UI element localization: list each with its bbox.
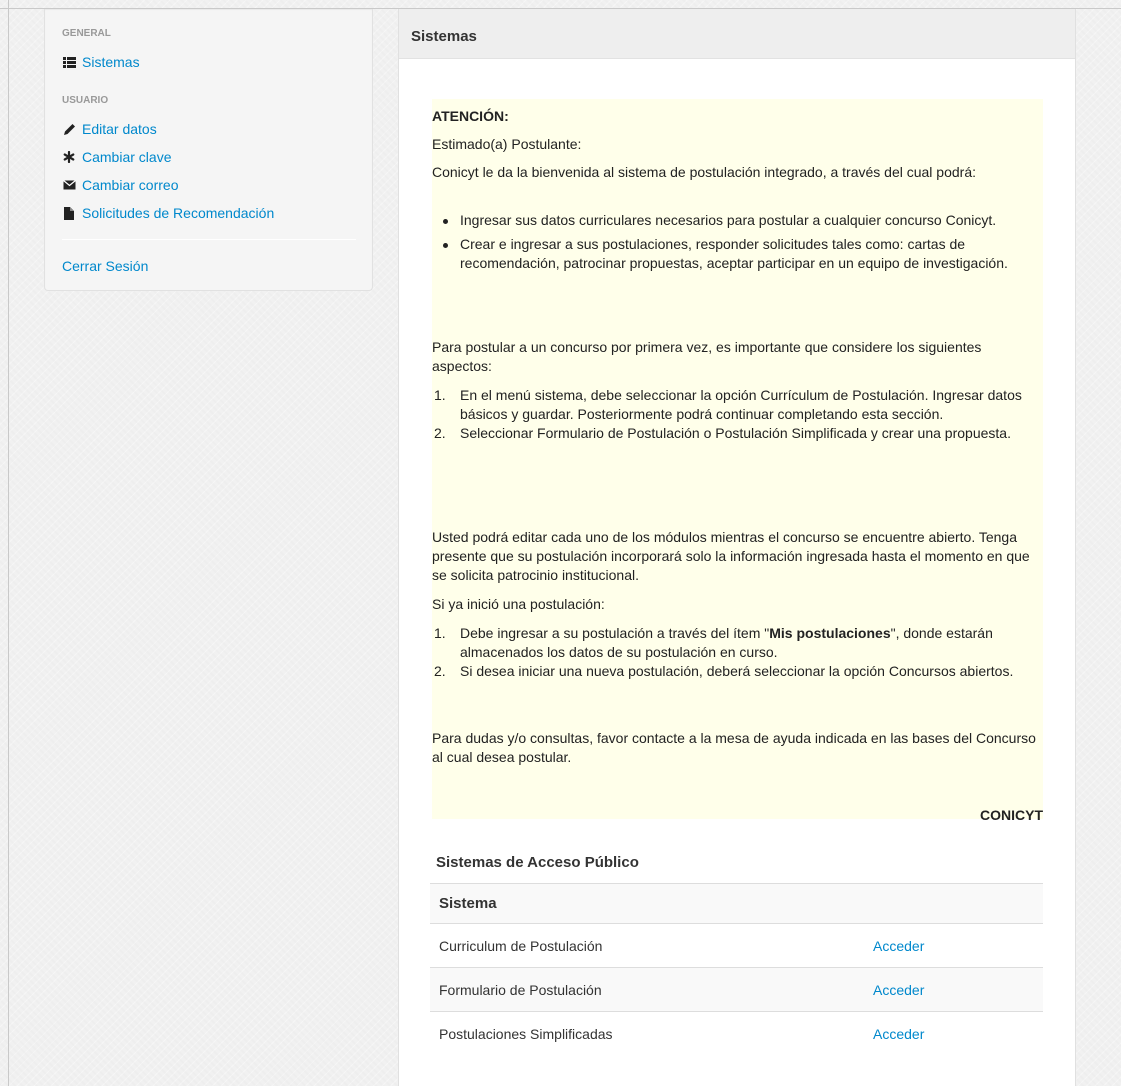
notice-signature: CONICYT bbox=[980, 807, 1043, 823]
list-item: 1. En el menú sistema, debe seleccionar l… bbox=[434, 387, 1022, 422]
notice-intro: Conicyt le da la bienvenida al sistema d… bbox=[432, 164, 976, 180]
nav-header-usuario: USUARIO bbox=[62, 95, 109, 106]
sidebar-item-solicitudes-label: Solicitudes de Recomendación bbox=[82, 205, 275, 221]
notice-contact: Para dudas y/o consultas, favor contacte… bbox=[432, 730, 1036, 765]
notice-title: ATENCIÓN: bbox=[432, 108, 509, 124]
sidebar-item-sistemas-label: Sistemas bbox=[82, 54, 140, 70]
public-systems-title: Sistemas de Acceso Público bbox=[436, 854, 639, 871]
list-item: 2. Si desea iniciar una nueva postulación… bbox=[434, 663, 1014, 679]
notice-edit-info: Usted podrá editar cada uno de los módul… bbox=[432, 529, 1030, 583]
table-row: Postulaciones Simplificadas Acceder bbox=[430, 1012, 1043, 1056]
notice-first-time: Para postular a un concurso por primera … bbox=[432, 339, 982, 374]
sidebar-item-sistemas[interactable]: Sistemas bbox=[62, 54, 140, 70]
column-header-action bbox=[873, 883, 1043, 924]
sidebar-item-solicitudes[interactable]: Solicitudes de Recomendación bbox=[62, 205, 274, 221]
acceder-link-curriculum[interactable]: Acceder bbox=[873, 923, 1043, 968]
envelope-icon bbox=[62, 178, 76, 192]
system-name: Postulaciones Simplificadas bbox=[439, 1025, 613, 1042]
list-item: Crear e ingresar a sus postulaciones, re… bbox=[432, 235, 1043, 273]
notice-steps: 1. En el menú sistema, debe seleccionar l… bbox=[432, 386, 1043, 443]
sidebar-item-editar-datos-label: Editar datos bbox=[82, 121, 157, 137]
list-item: 2. Seleccionar Formulario de Postulación … bbox=[434, 425, 1011, 441]
nav-header-general: GENERAL bbox=[62, 28, 111, 39]
acceder-link-formulario[interactable]: Acceder bbox=[873, 967, 1043, 1012]
sidebar: GENERAL Sistemas USUARIO Editar datos Ca… bbox=[44, 9, 373, 291]
welcome-notice: ATENCIÓN: Estimado(a) Postulante: Conicy… bbox=[432, 99, 1043, 823]
logout-link[interactable]: Cerrar Sesión bbox=[62, 258, 148, 274]
system-name: Formulario de Postulación bbox=[430, 967, 873, 1012]
sidebar-divider bbox=[62, 239, 356, 240]
column-header-sistema: Sistema bbox=[430, 883, 873, 924]
asterisk-icon bbox=[62, 150, 76, 164]
page-title: Sistemas bbox=[399, 9, 1075, 59]
list-item: Ingresar sus datos curriculares necesari… bbox=[432, 211, 1043, 230]
logout-link-label: Cerrar Sesión bbox=[62, 258, 149, 274]
notice-greeting: Estimado(a) Postulante: bbox=[432, 136, 582, 152]
main-panel: Sistemas ATENCIÓN: Estimado(a) Postulant… bbox=[398, 9, 1076, 1086]
window-top-border bbox=[0, 0, 1121, 9]
sidebar-item-cambiar-clave-label: Cambiar clave bbox=[82, 149, 172, 165]
acceder-link-simplificadas[interactable]: Acceder bbox=[873, 1012, 1043, 1056]
sidebar-item-cambiar-correo-label: Cambiar correo bbox=[82, 177, 179, 193]
window-left-border bbox=[0, 0, 9, 1086]
notice-started: Si ya inició una postulación: bbox=[432, 596, 605, 612]
sidebar-item-cambiar-clave[interactable]: Cambiar clave bbox=[62, 149, 171, 165]
list-icon bbox=[62, 55, 76, 69]
notice-bullets: Ingresar sus datos curriculares necesari… bbox=[432, 211, 1043, 273]
list-item: 1. Debe ingresar a su postulación a travé… bbox=[434, 625, 993, 660]
system-name: Curriculum de Postulación bbox=[430, 923, 873, 968]
table-row: Curriculum de Postulación Acceder bbox=[430, 923, 1043, 968]
table-row: Formulario de Postulación Acceder bbox=[430, 967, 1043, 1012]
file-icon bbox=[62, 206, 76, 220]
sidebar-item-editar-datos[interactable]: Editar datos bbox=[62, 121, 157, 137]
sidebar-item-cambiar-correo[interactable]: Cambiar correo bbox=[62, 177, 178, 193]
notice-started-steps: 1. Debe ingresar a su postulación a travé… bbox=[432, 624, 1043, 681]
public-systems-table: Sistema Curriculum de Postulación Accede… bbox=[430, 883, 1043, 1056]
pencil-icon bbox=[62, 122, 76, 136]
